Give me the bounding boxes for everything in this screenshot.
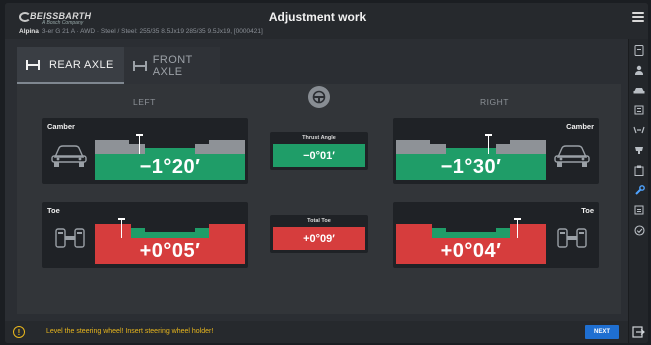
camber-left-needle <box>136 134 143 154</box>
check-circle-icon[interactable] <box>632 223 646 237</box>
car-front-icon <box>554 145 590 167</box>
axle-tabs: REAR AXLE FRONT AXLE <box>17 47 220 84</box>
wrench-icon[interactable] <box>632 183 646 197</box>
tab-front-axle[interactable]: FRONT AXLE <box>123 47 220 84</box>
app-window: BEISSBARTH A Bosch Company Adjustment wo… <box>5 3 648 343</box>
user-icon[interactable] <box>632 63 646 77</box>
toe-right-card: Toe +0°04′ <box>393 202 599 268</box>
wheel-top-view-icon <box>557 228 587 248</box>
wheel-top-view-icon <box>55 228 85 248</box>
steering-wheel-button[interactable] <box>308 86 330 108</box>
toe-right-value: +0°04′ <box>396 238 546 264</box>
toe-right-tolerance-gauge <box>396 218 546 238</box>
thrust-angle-label: Thrust Angle <box>302 135 336 141</box>
next-button[interactable]: NEXT <box>585 325 619 339</box>
measure-icon[interactable] <box>632 123 646 137</box>
car-front-icon <box>51 145 87 167</box>
page-title: Adjustment work <box>268 10 367 24</box>
total-toe-value: +0°09′ <box>273 227 365 250</box>
camber-left-card: Camber −1°20′ <box>42 118 248 184</box>
thrust-angle-card: Thrust Angle −0°01′ <box>270 132 368 170</box>
right-toolbar <box>628 39 648 343</box>
car-icon[interactable] <box>632 83 646 97</box>
toe-left-label: Toe <box>47 206 60 215</box>
toe-left-value: +0°05′ <box>95 238 245 264</box>
report-icon[interactable] <box>632 203 646 217</box>
camber-left-tolerance-gauge <box>95 134 245 154</box>
camber-left-value: −1°20′ <box>95 154 245 180</box>
exit-icon[interactable] <box>631 325 645 339</box>
camber-right-card: Camber −1°30′ <box>393 118 599 184</box>
rear-axle-icon <box>26 59 40 71</box>
thrust-angle-value: −0°01′ <box>273 144 365 167</box>
list-icon[interactable] <box>632 103 646 117</box>
right-column-label: RIGHT <box>480 97 509 107</box>
toe-right-label: Toe <box>581 206 594 215</box>
tab-front-axle-label: FRONT AXLE <box>152 53 193 78</box>
toe-right-needle <box>514 218 521 238</box>
toe-left-needle <box>118 218 125 238</box>
document-icon[interactable] <box>632 43 646 57</box>
toe-left-tolerance-gauge <box>95 218 245 238</box>
front-axle-icon <box>132 60 147 72</box>
camber-left-label: Camber <box>47 122 75 131</box>
toe-left-card: Toe +0°05′ <box>42 202 248 268</box>
vehicle-make: Alpina <box>19 28 39 35</box>
total-toe-label: Total Toe <box>307 218 331 224</box>
camber-right-label: Camber <box>566 122 594 131</box>
tab-rear-axle-label: REAR AXLE <box>49 58 114 71</box>
hamburger-menu-icon[interactable] <box>632 12 644 22</box>
camber-right-needle <box>485 134 492 154</box>
wheel-icon[interactable] <box>632 143 646 157</box>
left-column-label: LEFT <box>133 97 156 107</box>
steering-wheel-icon <box>312 90 326 104</box>
camber-right-tolerance-gauge <box>396 134 546 154</box>
vehicle-description: 3-er G 21 A · AWD · Steel / Steel: 255/3… <box>41 28 263 35</box>
warning-icon: ! <box>13 326 25 338</box>
tab-rear-axle[interactable]: REAR AXLE <box>17 47 124 84</box>
status-footer: ! Level the steering wheel! Insert steer… <box>5 321 628 343</box>
clipboard-icon[interactable] <box>632 163 646 177</box>
instruction-message: Level the steering wheel! Insert steerin… <box>46 328 214 335</box>
vehicle-info: Alpina 3-er G 21 A · AWD · Steel / Steel:… <box>19 28 263 35</box>
total-toe-card: Total Toe +0°09′ <box>270 215 368 253</box>
camber-right-value: −1°30′ <box>396 154 546 180</box>
header-bar: BEISSBARTH A Bosch Company Adjustment wo… <box>5 3 648 39</box>
